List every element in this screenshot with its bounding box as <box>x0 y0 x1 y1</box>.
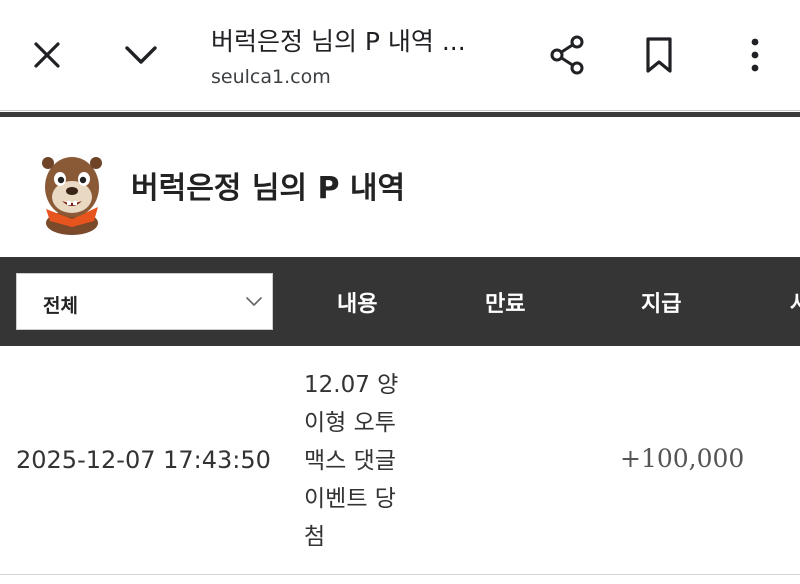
page-header: 버럭은정 님의 P 내역 <box>0 117 800 257</box>
row-amount: +100,000 <box>620 444 745 473</box>
row-divider <box>0 574 800 575</box>
column-header-grant: 지급 <box>641 292 682 317</box>
browser-url: seulca1.com <box>211 66 331 88</box>
column-header-expire: 만료 <box>485 292 526 317</box>
table-row: 2025-12-07 17:43:50 12.07 양 이형 오투 맥스 댓글 … <box>0 346 800 574</box>
filter-select-value: 전체 <box>43 295 78 317</box>
more-options-button[interactable] <box>730 30 780 80</box>
chevron-down-icon <box>246 297 262 306</box>
row-content-line: 이형 오투 <box>304 410 396 436</box>
bookmark-icon <box>646 37 672 73</box>
close-button[interactable] <box>22 30 72 80</box>
filter-select[interactable]: 전체 <box>16 273 273 330</box>
close-icon <box>34 42 60 68</box>
minimize-button[interactable] <box>116 30 166 80</box>
row-content: 12.07 양 이형 오투 맥스 댓글 이벤트 당 첨 <box>304 366 416 556</box>
row-datetime: 2025-12-07 17:43:50 <box>16 446 271 474</box>
row-content-line: 12.07 양 <box>304 372 399 398</box>
row-content-line: 맥스 댓글 <box>304 448 396 474</box>
share-icon <box>550 35 584 75</box>
browser-title: 버럭은정 님의 P 내역 ... <box>211 27 466 56</box>
share-button[interactable] <box>542 30 592 80</box>
more-vert-icon <box>751 38 759 72</box>
toolbar-divider <box>0 110 800 111</box>
bookmark-button[interactable] <box>634 30 684 80</box>
page-title: 버럭은정 님의 P 내역 <box>131 171 406 206</box>
table-header: 전체 내용 만료 지급 사 <box>0 257 800 346</box>
row-content-line: 이벤트 당 <box>304 486 396 512</box>
browser-toolbar: 버럭은정 님의 P 내역 ... seulca1.com <box>0 0 800 110</box>
row-content-line: 첨 <box>304 524 326 550</box>
chevron-down-icon <box>125 46 157 64</box>
column-header-extra: 사 <box>790 286 800 318</box>
avatar <box>42 157 102 235</box>
column-header-content: 내용 <box>337 292 378 317</box>
